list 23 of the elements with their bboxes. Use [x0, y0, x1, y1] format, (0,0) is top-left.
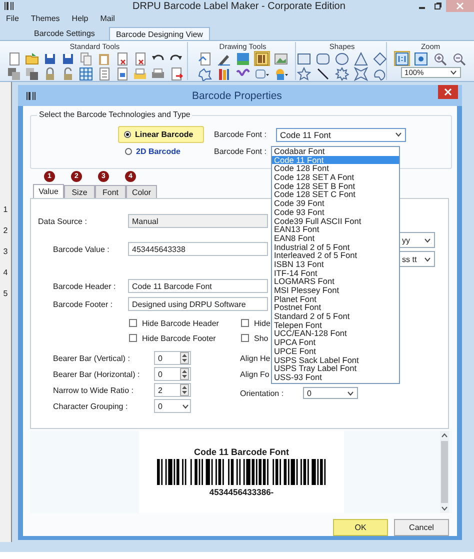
ruler-number: 5: [3, 288, 8, 299]
field-label: Barcode Footer :: [52, 300, 114, 308]
field-label: Align Fo: [240, 369, 270, 381]
dialog-title: Barcode Properties: [191, 90, 283, 102]
field-label: Data Source :: [37, 216, 88, 226]
field-label: Barcode Font :: [213, 130, 268, 139]
window-title: DRPU Barcode Label Maker - Corporate Edition: [132, 0, 346, 12]
field-label: Character Grouping :: [52, 402, 129, 410]
field-label: Bearer Bar (Horizontal) :: [52, 370, 141, 378]
field-label: Align He: [240, 353, 270, 365]
field-label: Orientation :: [240, 388, 285, 398]
ruler-number: 2: [3, 225, 8, 236]
field-label: Barcode Header :: [52, 282, 117, 290]
barcode-header-text: Code 11 Barcode Font: [194, 447, 290, 457]
field-label: Narrow to Wide Ratio :: [52, 386, 134, 394]
field-label: Barcode Font :: [213, 147, 268, 156]
field-label: Bearer Bar (Vertical) :: [52, 354, 131, 362]
barcode-number: 4534456433386-: [209, 487, 274, 497]
group-label: Select the Barcode Technologies and Type: [37, 110, 192, 119]
ruler-number: 3: [3, 246, 8, 257]
field-label: Barcode Value :: [52, 244, 110, 254]
ruler-number: 1: [3, 204, 8, 215]
ruler-number: 4: [3, 267, 8, 278]
